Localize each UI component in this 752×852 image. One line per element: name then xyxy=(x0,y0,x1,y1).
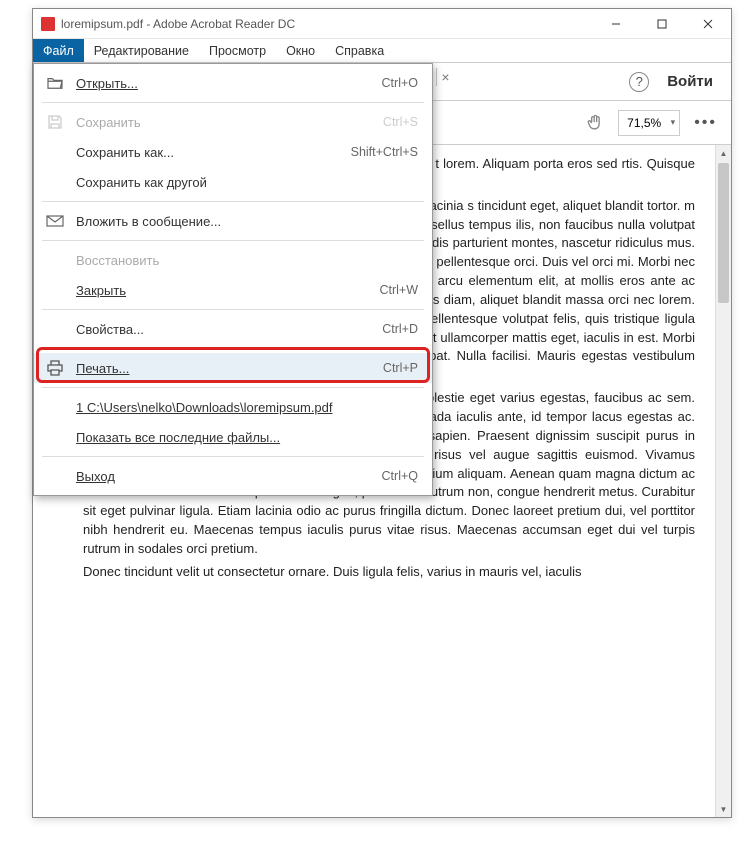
menu-file[interactable]: Файл xyxy=(33,39,84,62)
menu-separator xyxy=(42,387,424,388)
menu-separator xyxy=(42,240,424,241)
zoom-value: 71,5% xyxy=(627,116,661,130)
menu-separator xyxy=(42,309,424,310)
floppy-icon xyxy=(44,113,66,131)
menu-open[interactable]: Открыть... Ctrl+O xyxy=(34,68,432,98)
close-button[interactable] xyxy=(685,9,731,39)
tab-close-icon[interactable]: × xyxy=(436,68,454,86)
menu-shortcut: Ctrl+Q xyxy=(382,469,418,483)
menu-label: 1 C:\Users\nelko\Downloads\loremipsum.pd… xyxy=(76,400,418,415)
menu-save-other[interactable]: Сохранить как другой xyxy=(34,167,432,197)
menu-separator xyxy=(42,456,424,457)
file-menu-dropdown: Открыть... Ctrl+O Сохранить Ctrl+S Сохра… xyxy=(33,63,433,496)
menu-shortcut: Ctrl+O xyxy=(382,76,418,90)
menu-edit[interactable]: Редактирование xyxy=(84,39,199,62)
folder-open-icon xyxy=(44,74,66,92)
signin-button[interactable]: Войти xyxy=(657,73,723,90)
menu-label: Выход xyxy=(76,469,382,484)
minimize-button[interactable] xyxy=(593,9,639,39)
menu-label: Печать... xyxy=(76,361,383,376)
menu-help[interactable]: Справка xyxy=(325,39,394,62)
menu-label: Закрыть xyxy=(76,283,379,298)
menu-shortcut: Ctrl+P xyxy=(383,361,418,375)
menu-recent-1[interactable]: 1 C:\Users\nelko\Downloads\loremipsum.pd… xyxy=(34,392,432,422)
menu-label: Сохранить как другой xyxy=(76,175,418,190)
scroll-down-icon[interactable]: ▼ xyxy=(716,801,731,817)
menu-label: Восстановить xyxy=(76,253,418,268)
scroll-thumb[interactable] xyxy=(718,163,729,303)
menu-close-doc[interactable]: Закрыть Ctrl+W xyxy=(34,275,432,305)
pdf-icon xyxy=(41,17,55,31)
menu-label: Сохранить xyxy=(76,115,383,130)
menu-label: Сохранить как... xyxy=(76,145,351,160)
menu-shortcut: Ctrl+D xyxy=(382,322,418,336)
menu-separator xyxy=(42,102,424,103)
scroll-up-icon[interactable]: ▲ xyxy=(716,145,731,161)
more-tools-icon[interactable]: ••• xyxy=(690,114,721,132)
vertical-scrollbar[interactable]: ▲ ▼ xyxy=(715,145,731,817)
menu-label: Свойства... xyxy=(76,322,382,337)
printer-icon xyxy=(44,359,66,377)
menubar: Файл Редактирование Просмотр Окно Справк… xyxy=(33,39,731,63)
menu-label: Открыть... xyxy=(76,76,382,91)
hand-tool-icon[interactable] xyxy=(582,110,608,136)
menu-exit[interactable]: Выход Ctrl+Q xyxy=(34,461,432,491)
window-title: loremipsum.pdf - Adobe Acrobat Reader DC xyxy=(61,17,295,31)
menu-show-all-recent[interactable]: Показать все последние файлы... xyxy=(34,422,432,452)
menu-window[interactable]: Окно xyxy=(276,39,325,62)
menu-view[interactable]: Просмотр xyxy=(199,39,276,62)
menu-shortcut: Shift+Ctrl+S xyxy=(351,145,418,159)
menu-shortcut: Ctrl+W xyxy=(379,283,418,297)
envelope-icon xyxy=(44,212,66,230)
menu-label: Вложить в сообщение... xyxy=(76,214,418,229)
zoom-select[interactable]: 71,5% xyxy=(618,110,680,136)
menu-save: Сохранить Ctrl+S xyxy=(34,107,432,137)
menu-properties[interactable]: Свойства... Ctrl+D xyxy=(34,314,432,344)
menu-shortcut: Ctrl+S xyxy=(383,115,418,129)
menu-label: Показать все последние файлы... xyxy=(76,430,418,445)
menu-separator xyxy=(42,348,424,349)
menu-save-as[interactable]: Сохранить как... Shift+Ctrl+S xyxy=(34,137,432,167)
help-icon[interactable]: ? xyxy=(629,72,649,92)
menu-attach-email[interactable]: Вложить в сообщение... xyxy=(34,206,432,236)
titlebar: loremipsum.pdf - Adobe Acrobat Reader DC xyxy=(33,9,731,39)
menu-revert: Восстановить xyxy=(34,245,432,275)
maximize-button[interactable] xyxy=(639,9,685,39)
menu-separator xyxy=(42,201,424,202)
menu-print[interactable]: Печать... Ctrl+P xyxy=(34,353,432,383)
